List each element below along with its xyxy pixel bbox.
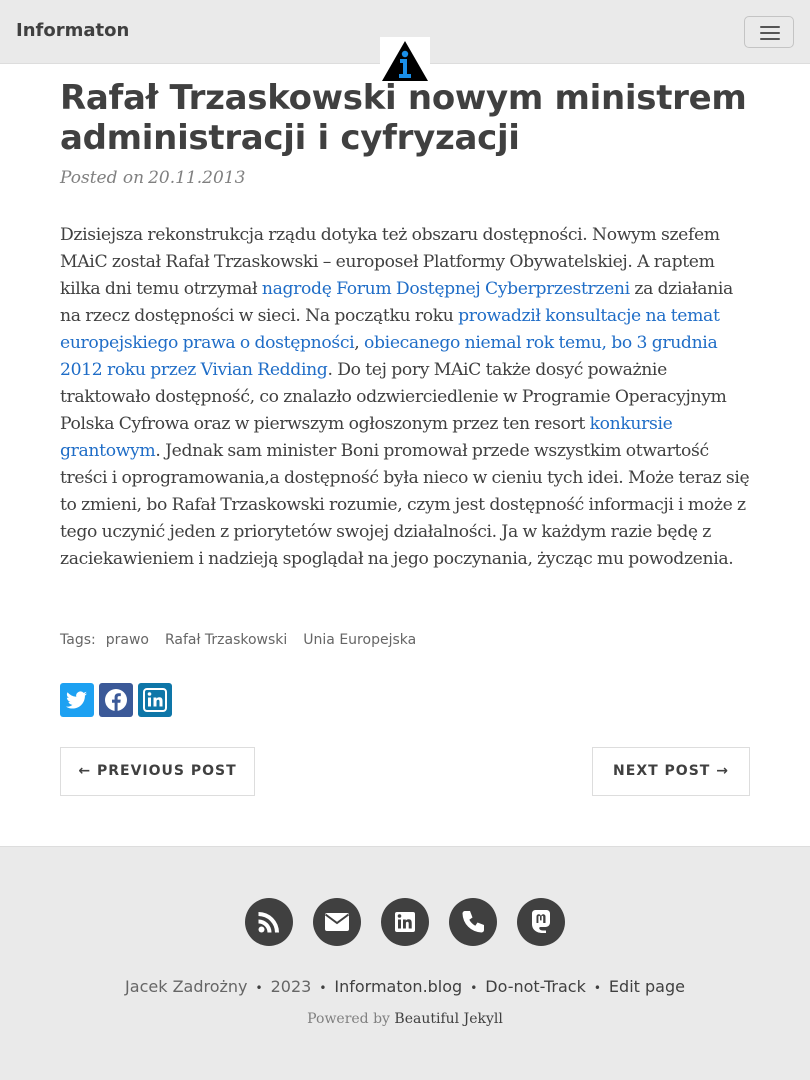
footer-separator: • (255, 981, 263, 995)
linkedin-link[interactable] (381, 898, 429, 946)
footer-year: 2023 (270, 977, 312, 996)
next-post-button[interactable]: NEXT POST → (592, 747, 750, 796)
linkedin-icon (395, 912, 415, 932)
hamburger-icon (760, 26, 780, 28)
tags-label: Tags: (60, 632, 96, 648)
tag-link[interactable]: prawo (106, 632, 149, 648)
post-tags: Tags: prawo Rafał Trzaskowski Unia Europejs… (60, 632, 432, 648)
footer: Jacek Zadrożny • 2023 • Informaton.blog • Do-n… (0, 846, 810, 1080)
post-meta: Posted on 20.11.2013 (60, 168, 245, 188)
footer-links: Jacek Zadrożny • 2023 • Informaton.blog • Do-n… (0, 977, 810, 996)
link-nagroda-fdc[interactable]: nagrodę Forum Dostępnej Cyberprzestrzeni (262, 279, 630, 299)
facebook-share-button[interactable] (99, 683, 133, 717)
body-text: , (354, 333, 365, 353)
hamburger-icon-bar (760, 38, 780, 40)
footer-separator: • (593, 981, 601, 995)
rss-icon (258, 912, 279, 933)
previous-post-button[interactable]: ← PREVIOUS POST (60, 747, 255, 796)
phone-icon (462, 911, 484, 933)
footer-dnt-link[interactable]: Do-not-Track (485, 977, 586, 996)
mastodon-icon (532, 910, 550, 933)
email-link[interactable] (313, 898, 361, 946)
rss-link[interactable] (245, 898, 293, 946)
facebook-icon (105, 689, 127, 711)
linkedin-share-button[interactable] (138, 683, 172, 717)
twitter-share-button[interactable] (60, 683, 94, 717)
post-title: Rafał Trzaskowski nowym ministrem admini… (60, 78, 747, 158)
footer-edit-link[interactable]: Edit page (609, 977, 685, 996)
hamburger-icon-bar (760, 32, 780, 34)
powered-prefix: Powered by (307, 1011, 390, 1027)
beautiful-jekyll-link[interactable]: Beautiful Jekyll (394, 1011, 502, 1027)
post-date: 20.11.2013 (148, 168, 246, 188)
powered-by: Powered by Beautiful Jekyll (0, 1011, 810, 1027)
linkedin-icon (143, 688, 167, 712)
phone-link[interactable] (449, 898, 497, 946)
posted-label: Posted on (60, 168, 145, 188)
menu-toggle-button[interactable] (744, 16, 794, 48)
info-logo-icon[interactable] (380, 37, 430, 83)
footer-separator: • (319, 981, 327, 995)
site-brand-link[interactable]: Informaton (16, 20, 129, 41)
tag-link[interactable]: Unia Europejska (303, 632, 416, 648)
tag-link[interactable]: Rafał Trzaskowski (165, 632, 287, 648)
twitter-icon (66, 691, 87, 709)
mastodon-link[interactable] (517, 898, 565, 946)
footer-separator: • (470, 981, 478, 995)
envelope-icon (324, 913, 350, 931)
footer-author: Jacek Zadrożny (125, 977, 248, 996)
body-text: . Jednak sam minister Boni promował prze… (60, 441, 750, 569)
footer-site-link[interactable]: Informaton.blog (334, 977, 462, 996)
post-body: Dzisiejsza rekonstrukcja rządu dotyka te… (60, 222, 750, 573)
